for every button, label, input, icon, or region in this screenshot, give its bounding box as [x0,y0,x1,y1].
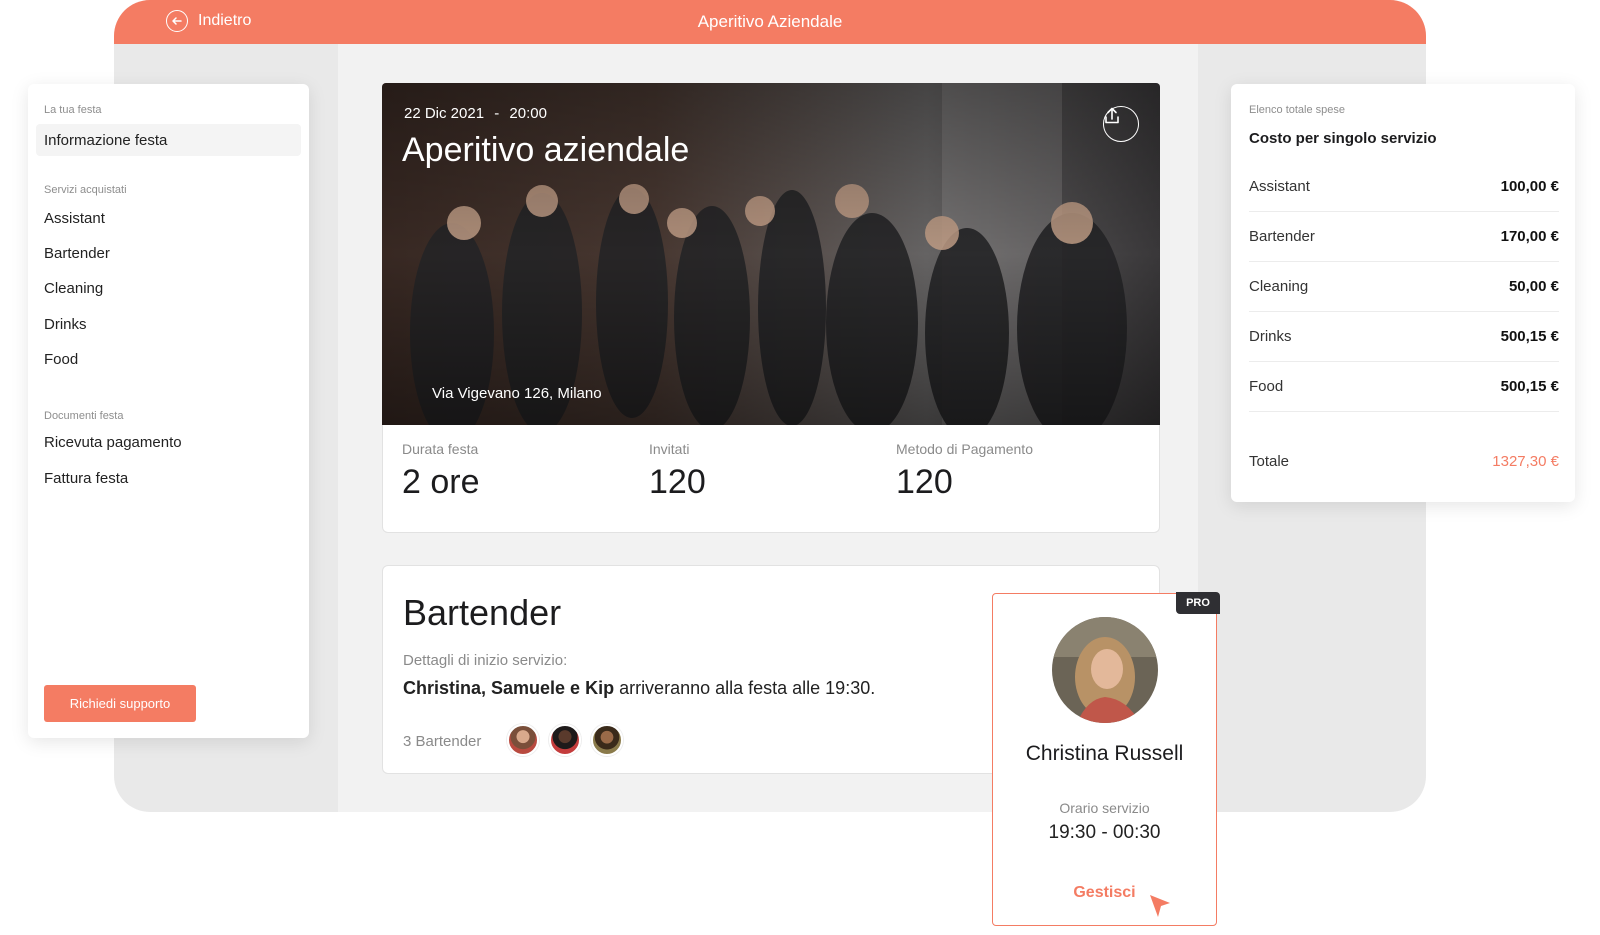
expense-name: Food [1249,378,1284,395]
expense-row: Food 500,15 € [1249,362,1559,412]
total-value: 1327,30 € [1492,453,1559,470]
sidebar-item-ricevuta-pagamento[interactable]: Ricevuta pagamento [44,434,182,451]
sidebar-item-fattura-festa[interactable]: Fattura festa [44,470,128,487]
expense-row: Drinks 500,15 € [1249,312,1559,362]
bartender-count: 3 Bartender [403,733,482,750]
sidebar-item-food[interactable]: Food [44,351,78,368]
sidebar-section-docs: Documenti festa [44,410,124,422]
expense-row: Cleaning 50,00 € [1249,262,1559,312]
expense-value: 50,00 € [1508,278,1559,295]
bartender-avatars [507,724,623,756]
expenses-title: Costo per singolo servizio [1249,130,1437,147]
upload-icon [1105,107,1119,124]
expense-value: 100,00 € [1500,178,1559,195]
expense-name: Bartender [1249,228,1315,245]
schedule-label: Orario servizio [1059,800,1150,816]
expense-name: Assistant [1249,178,1310,195]
bartender-title: Bartender [403,592,562,633]
page-title: Aperitivo Aziendale [697,12,843,31]
sidebar-section-party: La tua festa [44,104,102,116]
event-date-separator: - [494,105,500,122]
avatar[interactable] [591,724,623,756]
stat-duration-label: Durata festa [402,441,479,457]
stat-payment-value: 120 [896,463,953,501]
cursor-pointer-icon [1150,895,1170,917]
sidebar-item-cleaning[interactable]: Cleaning [44,280,103,297]
sidebar-section-services: Servizi acquistati [44,184,127,196]
event-stats: Durata festa 2 ore Invitati 120 Metodo d… [382,425,1160,533]
sidebar-item-assistant[interactable]: Assistant [44,210,105,227]
avatar[interactable] [549,724,581,756]
event-datetime: 22 Dic 2021 - 20:00 [404,105,547,122]
upload-button[interactable] [1103,106,1139,142]
bartender-subtitle: Dettagli di inizio servizio: [403,652,568,669]
expense-value: 170,00 € [1500,228,1559,245]
event-date: 22 Dic 2021 [404,105,485,122]
expense-row: Bartender 170,00 € [1249,212,1559,262]
pro-badge: PRO [1176,592,1220,614]
avatar[interactable] [507,724,539,756]
expense-name: Cleaning [1249,278,1309,295]
bartender-names: Christina, Samuele e Kip [403,678,615,698]
stat-guests-label: Invitati [649,441,690,457]
staff-avatar [1052,617,1158,723]
staff-card: PRO Christina Russell Orario servizio 19… [992,592,1220,926]
stat-payment: Metodo di Pagamento 120 [896,441,1033,502]
sidebar-item-informazione-festa[interactable]: Informazione festa [36,124,301,156]
top-bar: Indietro Aperitivo Aziendale [114,0,1426,44]
manage-button[interactable]: Gestisci [993,884,1216,902]
total-label: Totale [1249,453,1290,470]
expense-row: Assistant 100,00 € [1249,162,1559,212]
expenses-panel: Elenco totale spese Costo per singolo se… [1231,84,1575,502]
event-title: Aperitivo aziendale [402,131,690,169]
stat-duration-value: 2 ore [402,463,480,501]
staff-name: Christina Russell [1025,742,1184,765]
schedule-value: 19:30 - 00:30 [1048,822,1161,843]
stat-payment-label: Metodo di Pagamento [896,441,1033,457]
event-address: Via Vigevano 126, Milano [432,385,602,402]
stat-duration: Durata festa 2 ore [402,441,480,502]
expense-value: 500,15 € [1500,328,1559,345]
bartender-details: Christina, Samuele e Kip arriveranno all… [403,678,875,699]
expenses-section: Elenco totale spese [1249,104,1346,116]
sidebar-item-drinks[interactable]: Drinks [44,316,87,333]
expense-name: Drinks [1249,328,1292,345]
bartender-arrival: arriveranno alla festa alle 19:30. [614,678,876,698]
sidebar-item-bartender[interactable]: Bartender [44,245,110,262]
event-time: 20:00 [509,105,547,122]
support-button[interactable]: Richiedi supporto [44,685,196,722]
sidebar: La tua festa Informazione festa Servizi … [28,84,309,738]
expense-value: 500,15 € [1500,378,1559,395]
event-hero: 22 Dic 2021 - 20:00 Aperitivo aziendale … [382,83,1160,425]
stat-guests-value: 120 [649,463,706,501]
stat-guests: Invitati 120 [649,441,706,502]
